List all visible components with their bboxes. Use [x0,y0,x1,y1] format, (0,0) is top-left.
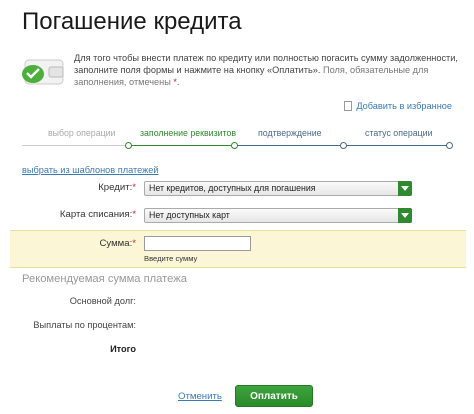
chevron-down-icon[interactable] [398,181,412,196]
interest-label: Выплаты по процентам: [33,320,136,330]
step-select-operation: выбор операции [48,128,116,138]
step-confirmation: подтверждение [258,128,322,138]
add-to-favorites-link[interactable]: Добавить в избранное [344,101,452,111]
credit-label-text: Кредит: [98,182,133,193]
sum-label-text: Сумма: [99,238,133,249]
choose-template-link[interactable]: выбрать из шаблонов платежей [22,165,158,175]
required-mark: * [132,209,136,220]
credit-select[interactable]: Нет кредитов, доступных для погашения [144,181,412,196]
wallet-icon [19,54,67,88]
sum-label: Сумма:* [40,238,136,249]
page-title: Погашение кредита [22,8,242,35]
card-label: Карта списания:* [40,209,136,220]
step-line-active [128,145,234,146]
progress-steps: выбор операции заполнение реквизитов под… [22,128,453,154]
pay-button[interactable]: Оплатить [235,385,313,407]
intro-hint-end: . [177,77,180,87]
step-line-done [22,145,128,146]
cancel-button[interactable]: Отменить [178,391,222,402]
principal-label: Основной долг: [69,296,136,306]
bookmark-icon [344,101,353,111]
card-label-text: Карта списания: [59,209,133,220]
required-mark: * [132,182,136,193]
step-operation-status: статус операции [365,128,433,138]
step-dot-3 [340,142,347,149]
add-to-favorites-label: Добавить в избранное [356,101,452,111]
step-fill-details: заполнение реквизитов [140,128,237,138]
credit-label: Кредит:* [40,182,136,193]
card-select-value: Нет доступных карт [149,210,230,220]
step-dot-1 [125,142,132,149]
required-mark: * [132,238,136,249]
sum-hint: Введите сумму [144,254,198,263]
sum-input[interactable] [144,236,251,251]
card-select[interactable]: Нет доступных карт [144,208,412,223]
total-label: Итого [110,344,136,354]
chevron-down-icon[interactable] [398,208,412,223]
recommended-title: Рекомендуемая сумма платежа [22,273,187,285]
credit-select-value: Нет кредитов, доступных для погашения [149,183,316,193]
intro-text: Для того чтобы внести платеж по кредиту … [74,52,469,88]
step-dot-2 [231,142,238,149]
step-dot-4 [446,142,453,149]
